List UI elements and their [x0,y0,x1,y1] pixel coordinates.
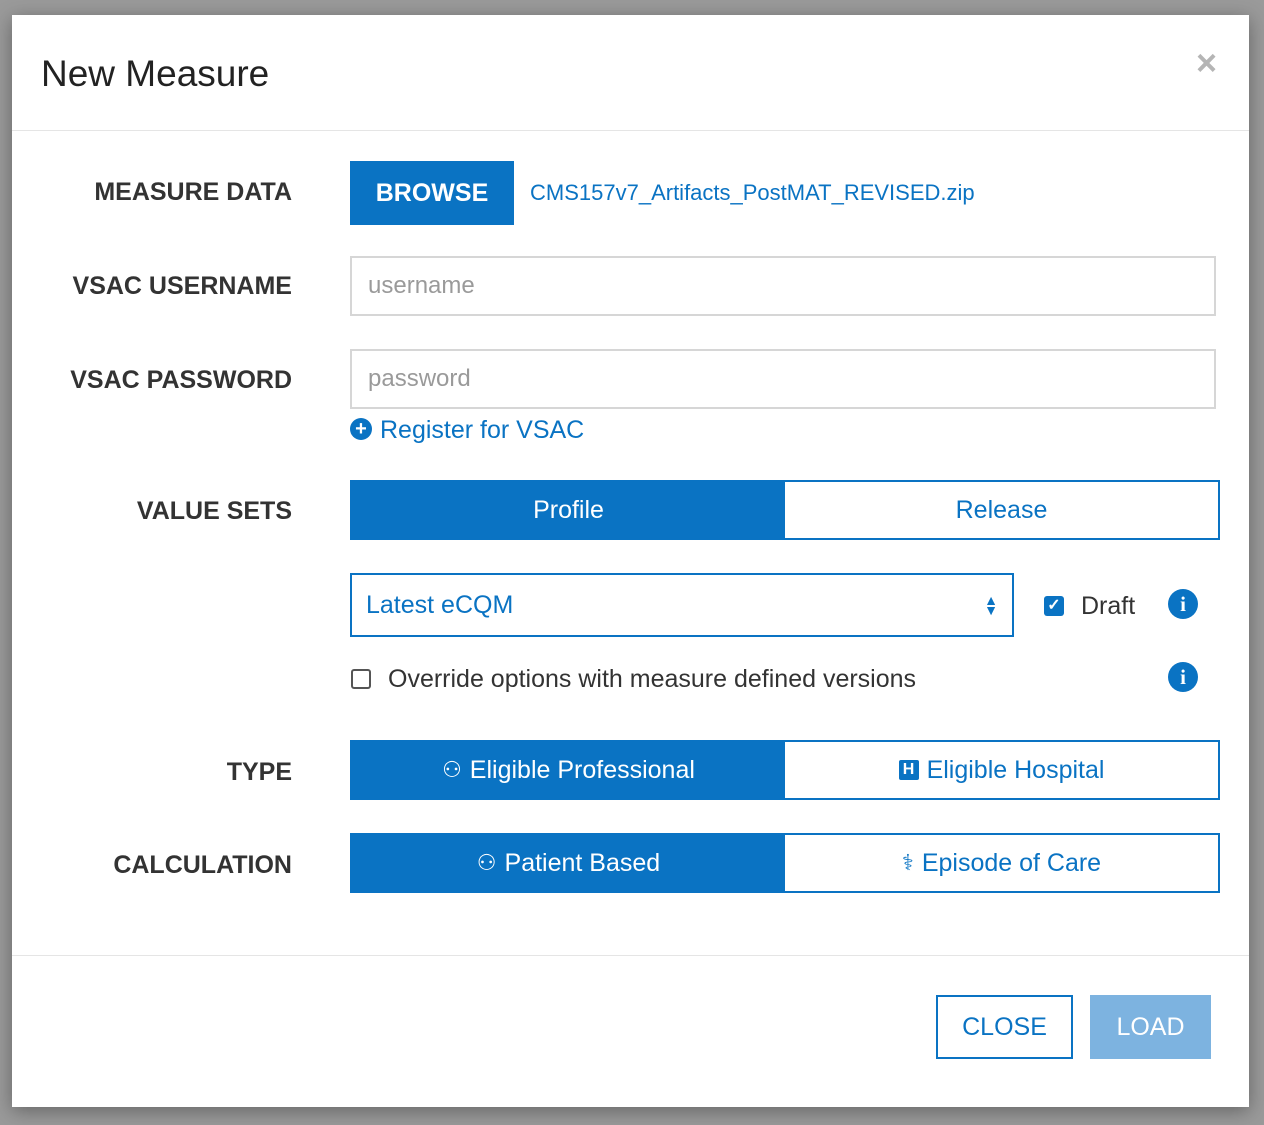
user-md-icon: ⚇ [442,757,462,782]
modal-header: New Measure × [12,15,1249,131]
eligible-hospital-label: Eligible Hospital [926,755,1105,784]
draft-checkbox[interactable]: ✓ [1044,596,1064,616]
patient-based-label: Patient Based [504,848,661,877]
value-sets-release-option[interactable]: Release [785,482,1218,538]
calculation-label: CALCULATION [113,851,292,879]
release-option-label: Release [955,495,1048,524]
value-sets-toggle: Profile Release [350,480,1220,540]
vsac-password-input[interactable] [350,349,1216,409]
type-eligible-hospital-option[interactable]: H Eligible Hospital [785,742,1218,798]
hospital-icon: H [898,760,919,780]
calculation-toggle: ⚇ Patient Based ⚕ Episode of Care [350,833,1220,893]
episode-of-care-label: Episode of Care [921,848,1102,877]
plus-circle-icon: + [350,418,372,441]
draft-info-icon[interactable]: i [1168,589,1198,619]
user-icon: ⚇ [476,850,497,875]
eligible-professional-label: Eligible Professional [469,755,695,784]
register-vsac-label: Register for VSAC [380,416,585,444]
stethoscope-icon: ⚕ [901,850,914,875]
browse-button[interactable]: BROWSE [350,161,514,225]
vsac-password-label: VSAC PASSWORD [70,366,292,394]
vsac-username-input[interactable] [350,256,1216,316]
value-sets-profile-option[interactable]: Profile [352,482,785,538]
register-vsac-link[interactable]: + Register for VSAC [350,416,584,445]
modal-title: New Measure [41,53,270,94]
close-button[interactable]: CLOSE [936,995,1073,1059]
select-arrows-icon: ▲ ▼ [984,592,998,618]
type-toggle: ⚇ Eligible Professional H Eligible Hospi… [350,740,1220,800]
profile-select[interactable]: Latest eCQM ▲ ▼ [350,573,1014,637]
override-label: Override options with measure defined ve… [388,665,917,693]
type-label: TYPE [226,758,292,786]
profile-option-label: Profile [533,495,604,524]
selected-file-name: CMS157v7_Artifacts_PostMAT_REVISED.zip [530,180,975,205]
new-measure-modal: New Measure × MEASURE DATA BROWSE CMS157… [12,15,1249,1107]
measure-data-label: MEASURE DATA [94,178,292,206]
close-icon[interactable]: × [1196,45,1217,81]
override-info-icon[interactable]: i [1168,662,1198,692]
value-sets-label: VALUE SETS [136,497,292,525]
profile-select-value: Latest eCQM [366,590,514,619]
calculation-episode-of-care-option[interactable]: ⚕ Episode of Care [785,835,1218,891]
override-checkbox[interactable] [351,669,371,689]
load-button[interactable]: LOAD [1090,995,1211,1059]
type-eligible-professional-option[interactable]: ⚇ Eligible Professional [352,742,785,798]
vsac-username-label: VSAC USERNAME [72,272,292,300]
draft-label: Draft [1081,592,1136,620]
calculation-patient-based-option[interactable]: ⚇ Patient Based [352,835,785,891]
